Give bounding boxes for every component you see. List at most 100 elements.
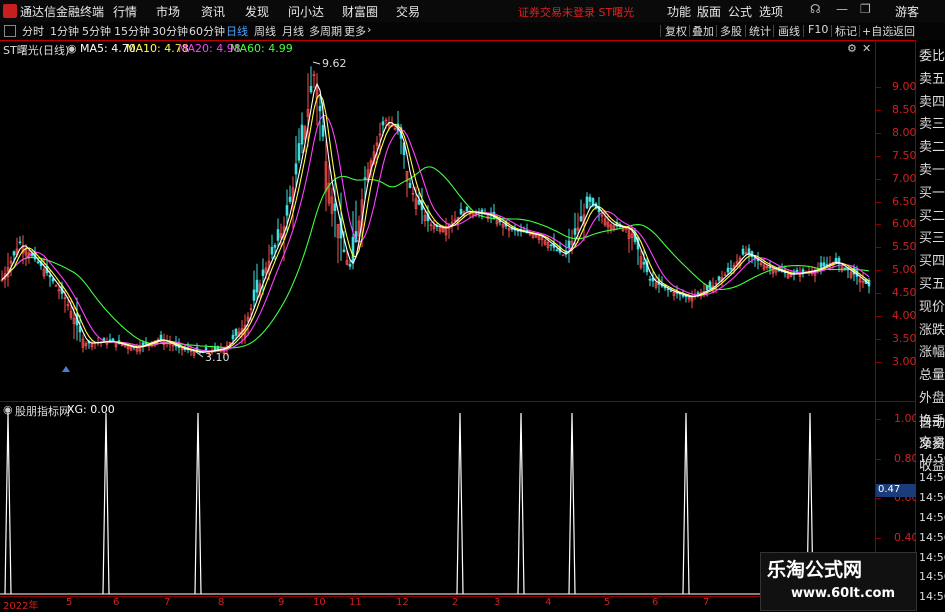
period-daily[interactable]: 日线 — [226, 23, 248, 39]
candle-body — [573, 228, 577, 235]
indicator-tick-label: 1.00 — [894, 412, 919, 425]
candle-body — [822, 262, 826, 267]
side-panel-item[interactable]: 卖四 — [919, 91, 945, 110]
menu-zixun[interactable]: 资讯 — [201, 3, 225, 20]
side-panel-item[interactable]: 买二 — [919, 205, 945, 224]
date-label: 6 — [113, 597, 120, 608]
app-title: 通达信金融终端 — [20, 5, 105, 19]
side-panel-item[interactable]: 买一 — [919, 182, 945, 201]
chevron-down-icon[interactable]: ◉ — [67, 42, 77, 55]
candle-body — [36, 261, 40, 264]
trade-time: 14:56 — [919, 530, 945, 544]
menu-hangqing[interactable]: 行情 — [113, 3, 137, 20]
user-guest[interactable]: 游客 — [895, 3, 919, 20]
indicator-current-badge: 0.47 — [876, 484, 916, 497]
period-fenshi[interactable]: 分时 — [22, 23, 44, 39]
menu-gongneng[interactable]: 功能 — [667, 3, 691, 20]
side-panel-item[interactable]: 涨跌 — [919, 319, 945, 338]
btn-fuquan[interactable]: 复权 — [665, 23, 687, 39]
menu-gongshi[interactable]: 公式 — [728, 3, 752, 20]
period-1min[interactable]: 1分钟 — [50, 23, 79, 39]
candle-body — [261, 269, 265, 276]
marker-triangle-icon[interactable] — [62, 366, 70, 372]
divider — [716, 25, 717, 37]
grid-icon[interactable] — [4, 25, 16, 37]
menu-faxian[interactable]: 发现 — [245, 3, 269, 20]
candle-body — [18, 241, 22, 244]
candle-body — [300, 124, 304, 145]
price-tick-mark — [876, 316, 881, 317]
period-more[interactable]: 更多 — [344, 23, 366, 39]
date-label: 5 — [66, 597, 73, 608]
menu-xuanxiang[interactable]: 选项 — [759, 3, 783, 20]
period-monthly[interactable]: 月线 — [282, 23, 304, 39]
signal-spike — [102, 412, 110, 595]
side-panel-item[interactable]: 买五 — [919, 273, 945, 292]
btn-huaxian[interactable]: 画线 — [778, 23, 800, 39]
candle-body — [255, 279, 259, 293]
side-panel-item[interactable]: 买三 — [919, 227, 945, 246]
title-bar: 通达信金融终端 行情 市场 资讯 发现 问小达 财富圈 交易 证券交易未登录 S… — [0, 0, 945, 23]
date-label: 9 — [278, 597, 285, 608]
side-panel-item[interactable]: 卖三 — [919, 113, 945, 132]
price-tick-mark — [876, 109, 881, 111]
candle-body — [309, 85, 313, 93]
period-60min[interactable]: 60分钟 — [189, 23, 225, 39]
price-tick-label: 3.50 — [892, 331, 917, 345]
indicator-chart[interactable] — [0, 402, 875, 596]
btn-tongji[interactable]: 统计 — [749, 23, 771, 39]
close-icon[interactable]: ✕ — [862, 42, 871, 55]
btn-back[interactable]: 返回 — [893, 23, 915, 39]
candle-body — [801, 269, 805, 273]
menu-banmian[interactable]: 版面 — [697, 3, 721, 20]
side-panel-item[interactable]: 现价 — [919, 296, 945, 315]
price-tick-label: 8.00 — [892, 125, 917, 139]
period-5min[interactable]: 5分钟 — [82, 23, 111, 39]
kline-chart[interactable]: 9.62 3.10 — [0, 56, 875, 401]
menu-shichang[interactable]: 市场 — [156, 3, 180, 20]
restore-icon[interactable]: ❐ — [860, 2, 871, 16]
btn-duogu[interactable]: 多股 — [720, 23, 742, 39]
menu-wenxiaoda[interactable]: 问小达 — [288, 3, 324, 20]
settings-icon[interactable]: ⚙ — [847, 42, 857, 55]
menu-caifuquan[interactable]: 财富圈 — [342, 3, 378, 20]
candle-body — [252, 289, 256, 301]
side-panel-item[interactable]: 委比 — [919, 45, 945, 64]
side-panel-item[interactable]: 总量 — [919, 364, 945, 383]
candle-body — [318, 105, 322, 112]
side-panel-item[interactable]: 自动 — [919, 412, 945, 431]
candle-body — [333, 203, 337, 211]
btn-biaoji[interactable]: 标记 — [835, 23, 857, 39]
minimize-icon[interactable]: — — [836, 2, 848, 16]
side-panel-item[interactable]: 卖五 — [919, 68, 945, 87]
ma10-line — [1, 93, 870, 353]
high-price-label: 9.62 — [322, 57, 347, 70]
headset-icon[interactable]: ☊ — [810, 2, 821, 16]
signal-spike — [682, 412, 690, 595]
period-weekly[interactable]: 周线 — [254, 23, 276, 39]
chart-frame-right — [875, 40, 876, 609]
candle-body — [234, 328, 238, 336]
btn-f10[interactable]: F10 — [808, 23, 828, 36]
price-tick-label: 7.50 — [892, 148, 917, 162]
period-15min[interactable]: 15分钟 — [114, 23, 150, 39]
side-panel-item[interactable]: 卖二 — [919, 136, 945, 155]
chevron-right-icon[interactable]: › — [367, 23, 371, 36]
menu-jiaoyi[interactable]: 交易 — [396, 3, 420, 20]
candle-body — [381, 121, 385, 126]
side-panel-item[interactable]: 买四 — [919, 250, 945, 269]
btn-diejia[interactable]: 叠加 — [692, 23, 714, 39]
trade-time: 14:56 — [919, 451, 945, 465]
date-label: 2022年 — [3, 601, 39, 612]
divider — [689, 25, 690, 37]
candle-body — [12, 251, 16, 256]
candle-body — [588, 196, 592, 202]
side-panel-item[interactable]: 涨幅 — [919, 341, 945, 360]
side-panel-item[interactable]: 卖一 — [919, 159, 945, 178]
period-30min[interactable]: 30分钟 — [152, 23, 188, 39]
signal-spike — [194, 412, 202, 595]
date-label: 6 — [652, 597, 659, 608]
period-multi[interactable]: 多周期 — [309, 23, 342, 39]
side-panel-item[interactable]: 交易 — [919, 432, 945, 451]
side-panel-item[interactable]: 外盘 — [919, 387, 945, 406]
